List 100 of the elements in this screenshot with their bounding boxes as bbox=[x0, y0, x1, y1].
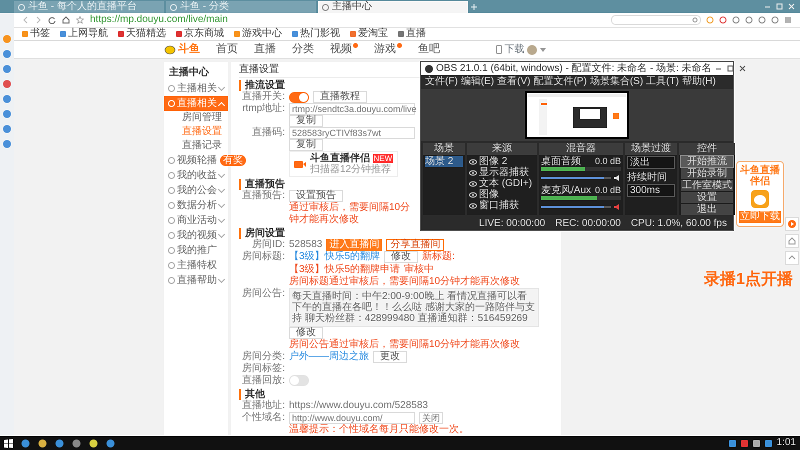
close-icon[interactable] bbox=[738, 65, 746, 72]
source-item[interactable]: 图像 bbox=[469, 189, 535, 200]
sidebar-item[interactable]: 我的收益 bbox=[164, 168, 228, 183]
button[interactable]: 开始推流 bbox=[681, 156, 733, 167]
sidebar-item[interactable]: 我的公会 bbox=[164, 183, 228, 198]
sidebar-item[interactable]: 我的视频 bbox=[164, 228, 228, 243]
button[interactable]: 修改 bbox=[289, 327, 323, 339]
sidebar-item[interactable]: 数据分析 bbox=[164, 198, 228, 213]
button[interactable]: 退出 bbox=[681, 204, 733, 215]
dropdown[interactable]: 关闭 bbox=[419, 412, 443, 424]
menu-item[interactable]: 帮助(H) bbox=[682, 76, 716, 88]
button[interactable]: 开始录制 bbox=[681, 168, 733, 179]
bookmark[interactable]: 京东商城 bbox=[176, 28, 224, 40]
status-text: LIVE: 00:00:00 bbox=[479, 218, 546, 229]
home-icon[interactable] bbox=[62, 16, 70, 24]
field-label: 个性域名: bbox=[241, 412, 285, 424]
field-label: rtmp地址: bbox=[241, 103, 285, 115]
sidebar-subitem[interactable]: 房间管理 bbox=[164, 111, 228, 125]
play-button[interactable] bbox=[785, 217, 799, 231]
reload-icon[interactable] bbox=[48, 16, 56, 24]
nav-link[interactable]: 分类 bbox=[292, 42, 314, 56]
source-item[interactable]: 窗口捕获 bbox=[469, 200, 535, 211]
hint-text: 温馨提示：个性域名每月只能修改一次。 bbox=[289, 424, 469, 436]
bookmark[interactable]: 热门影视 bbox=[292, 28, 340, 40]
source-item[interactable]: 文本 (GDI+) bbox=[469, 178, 535, 189]
download-link[interactable]: 下载 bbox=[504, 44, 524, 56]
button[interactable]: 直播教程 bbox=[313, 91, 367, 103]
nav-link[interactable]: 鱼吧 bbox=[418, 42, 440, 56]
link[interactable]: 户外——周边之旅 bbox=[289, 351, 369, 363]
sidebar-item[interactable]: 视频轮播 bbox=[164, 153, 221, 168]
app-icon bbox=[425, 64, 433, 72]
field-label: 直播回放: bbox=[241, 375, 285, 387]
search-field[interactable] bbox=[611, 15, 701, 25]
eye-icon bbox=[469, 192, 477, 198]
bookmark[interactable]: 书签 bbox=[22, 28, 50, 40]
source-item[interactable]: 图像 2 bbox=[469, 156, 535, 167]
button[interactable]: 设置 bbox=[681, 192, 733, 203]
bookmark[interactable]: 直播 bbox=[398, 28, 426, 40]
menu-item[interactable]: 工具(T) bbox=[646, 76, 679, 88]
toggle-switch[interactable] bbox=[289, 375, 309, 386]
back-icon[interactable] bbox=[22, 16, 29, 24]
nav-link[interactable]: 首页 bbox=[216, 42, 238, 56]
sidebar-item[interactable]: 商业活动 bbox=[164, 213, 228, 228]
sidebar-item[interactable]: 主播特权 bbox=[164, 258, 228, 273]
button[interactable]: 复制 bbox=[289, 139, 323, 151]
sidebar-subitem[interactable]: 直播记录 bbox=[164, 139, 228, 153]
button[interactable]: 设置预告 bbox=[289, 190, 343, 202]
button[interactable]: 复制 bbox=[289, 115, 323, 127]
maximize-icon[interactable] bbox=[726, 65, 734, 72]
app-logo-icon bbox=[750, 189, 770, 209]
button[interactable]: 工作室模式 bbox=[681, 180, 733, 191]
toggle-switch[interactable] bbox=[289, 92, 309, 102]
panel-header: 控件 bbox=[679, 143, 735, 155]
input-field[interactable]: 528583ryCTIVf83s7wt bbox=[289, 127, 415, 139]
button[interactable]: 分享直播间 bbox=[386, 239, 444, 251]
source-item[interactable]: 显示器捕获 bbox=[469, 167, 535, 178]
hint-text: 房间标题通过审核后，需要间隔10分钟才能再次修改 bbox=[289, 276, 520, 288]
nav-link[interactable]: 游戏 bbox=[374, 42, 396, 56]
forward-icon[interactable] bbox=[35, 16, 42, 24]
back-to-top-button[interactable] bbox=[785, 251, 799, 265]
plus-icon[interactable] bbox=[470, 2, 478, 10]
text-area[interactable]: 每天直播时间：中午2:00-9:00晚上 看情况直播可以看下午的直播在各吧！！么么哒 感谢大家的一路陪伴与支持 聊天粉丝群：428999480 直播通知群：516459269 bbox=[289, 288, 539, 327]
nav-link[interactable]: 直播 bbox=[254, 42, 276, 56]
card-subtitle: 扫描器12分钟推荐 bbox=[310, 164, 392, 175]
hint-text: 新标题: bbox=[422, 251, 455, 263]
sidebar-item[interactable]: 直播帮助 bbox=[164, 273, 228, 288]
menu-item[interactable]: 场景集合(S) bbox=[590, 76, 644, 88]
sidebar-item[interactable]: 我的推广 bbox=[164, 243, 228, 258]
hint-text: 审核中 bbox=[404, 264, 434, 276]
overlay-caption: 录播1点开播 bbox=[704, 271, 793, 289]
menu-icon[interactable] bbox=[784, 16, 792, 24]
star-icon[interactable] bbox=[76, 16, 84, 24]
address-bar[interactable]: https://mp.douyu.com/live/main bbox=[90, 14, 228, 26]
nav-link[interactable]: 视频 bbox=[330, 42, 352, 56]
input-field[interactable]: rtmp://sendtc3a.douyu.com/live bbox=[289, 103, 415, 115]
speaker-icon[interactable] bbox=[613, 174, 621, 182]
dropdown[interactable]: 淡出 bbox=[627, 156, 675, 169]
hint-text: 通过审核后，需要间隔10分钟才能再次修改 bbox=[289, 202, 412, 226]
db-reading: 0.0 dB bbox=[594, 185, 621, 196]
input-field[interactable]: 300ms bbox=[627, 184, 675, 197]
channel-name: 桌面音频 bbox=[541, 156, 581, 167]
input-field[interactable]: http://www.douyu.com/ bbox=[289, 412, 415, 424]
promo-card[interactable]: 斗鱼直播伴侣 NEW 扫描器12分钟推荐 bbox=[289, 151, 398, 177]
bookmark[interactable]: 天猫精选 bbox=[118, 28, 166, 40]
button[interactable]: 修改 bbox=[384, 251, 418, 263]
button[interactable]: 更改 bbox=[373, 351, 407, 363]
bookmark[interactable]: 游戏中心 bbox=[234, 28, 282, 40]
link[interactable]: 【3级】快乐5的翻牌 bbox=[289, 251, 380, 263]
browser-tab[interactable]: 主播中心 bbox=[318, 1, 468, 13]
phone-icon bbox=[496, 45, 502, 54]
home-button[interactable] bbox=[785, 234, 799, 248]
bookmark[interactable]: 爱淘宝 bbox=[350, 28, 388, 40]
caret-icon[interactable] bbox=[540, 48, 546, 52]
scene-item[interactable]: 场景 2 bbox=[425, 156, 463, 167]
db-reading: 0.0 dB bbox=[594, 156, 621, 167]
avatar-icon[interactable] bbox=[527, 44, 537, 54]
sidebar-item[interactable]: 主播相关 bbox=[164, 81, 228, 96]
start-icon[interactable] bbox=[4, 438, 13, 448]
bookmark[interactable]: 上网导航 bbox=[60, 28, 108, 40]
eye-icon bbox=[469, 180, 477, 186]
